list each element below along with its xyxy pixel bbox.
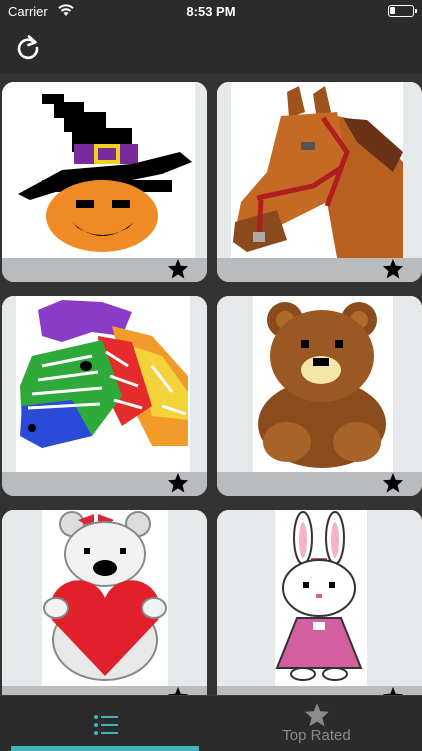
star-icon[interactable] — [382, 258, 404, 279]
picture-card-teddy-bear[interactable] — [217, 296, 422, 496]
clock: 8:53 PM — [186, 4, 236, 19]
picture-card-rainbow-zebra[interactable] — [2, 296, 207, 496]
white-bear-heart-image — [2, 510, 207, 686]
star-icon[interactable] — [382, 472, 404, 493]
picture-card-horse[interactable] — [217, 82, 422, 282]
nav-bar — [0, 22, 422, 74]
tab-list[interactable] — [0, 696, 211, 751]
tab-top-rated[interactable]: Top Rated — [211, 696, 422, 751]
teddy-bear-image — [217, 296, 422, 472]
star-icon[interactable] — [167, 686, 189, 695]
battery-icon — [388, 5, 417, 17]
list-icon — [94, 715, 118, 735]
tab-bar: Top Rated — [0, 695, 422, 751]
horse-image — [217, 82, 422, 258]
picture-card-bunny-pink-dress[interactable] — [217, 510, 422, 695]
star-icon — [305, 703, 329, 727]
star-icon[interactable] — [167, 258, 189, 279]
status-bar: Carrier 8:53 PM — [0, 0, 422, 22]
rainbow-zebra-image — [2, 296, 207, 472]
picture-card-witch-pumpkin[interactable] — [2, 82, 207, 282]
tab-selected-indicator — [11, 746, 199, 751]
star-icon[interactable] — [167, 472, 189, 493]
witch-pumpkin-image — [2, 82, 207, 258]
bunny-pink-dress-image — [217, 510, 422, 686]
tab-top-rated-label: Top Rated — [282, 727, 351, 744]
refresh-icon[interactable] — [14, 34, 42, 62]
picture-grid[interactable] — [0, 74, 422, 695]
picture-card-white-bear-heart[interactable] — [2, 510, 207, 695]
star-icon[interactable] — [382, 686, 404, 695]
